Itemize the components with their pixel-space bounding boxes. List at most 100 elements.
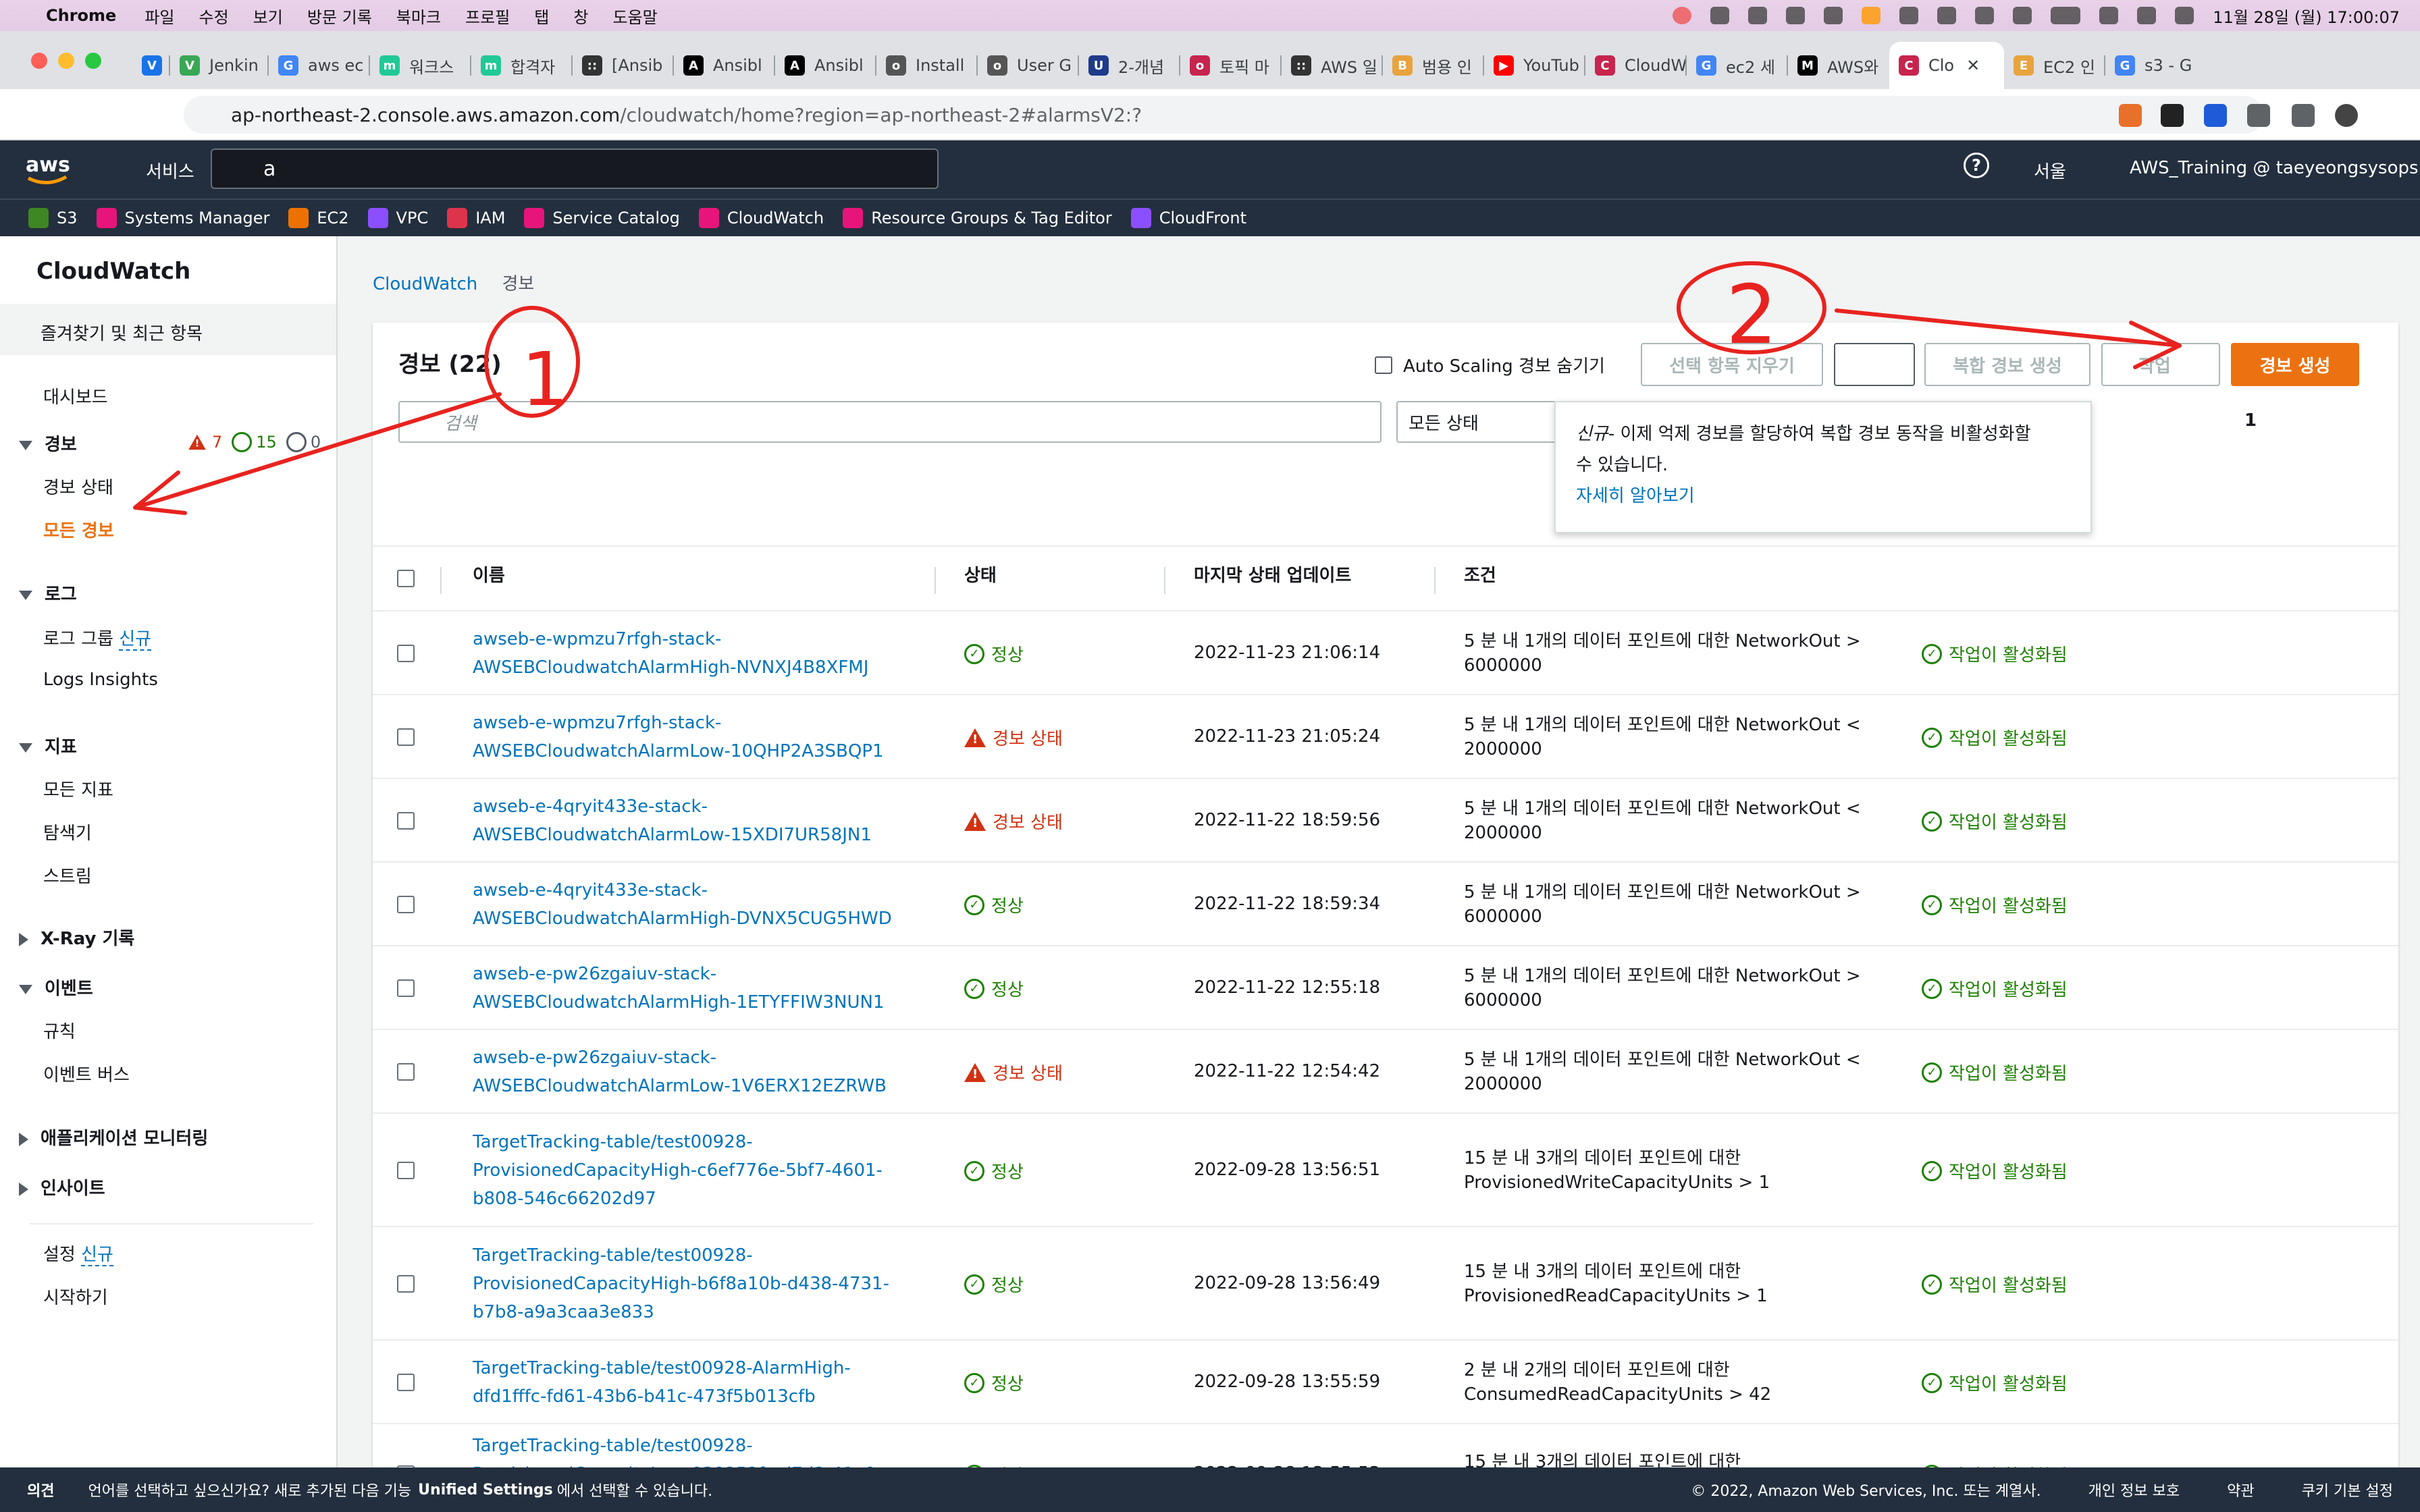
menu-tab[interactable]: 탭 — [534, 4, 549, 28]
alarm-name-link[interactable]: awseb-e-wpmzu7rfgh-stack- AWSEBCloudwatch… — [473, 709, 918, 765]
sidebar-item-streams[interactable]: 스트림 — [43, 863, 92, 888]
battery-icon[interactable] — [2051, 7, 2081, 24]
aws-logo[interactable]: aws — [24, 150, 72, 188]
region-selector[interactable]: 서울 — [2034, 158, 2066, 183]
bluetooth-icon[interactable] — [2013, 7, 2032, 24]
browser-tab[interactable]: o Install — [876, 42, 978, 89]
learn-more-link[interactable]: 자세히 알아보기 — [1576, 486, 1695, 506]
alarm-name-link[interactable]: TargetTracking-table/test00928- Provision… — [473, 1241, 918, 1326]
status-icon[interactable] — [1673, 7, 1692, 24]
column-header-conditions[interactable]: 조건 — [1464, 562, 1496, 587]
refresh-button[interactable] — [1834, 343, 1915, 386]
favorite-service-link[interactable]: IAM — [447, 208, 505, 228]
column-header-state[interactable]: 상태 — [964, 562, 997, 587]
alarm-name-link[interactable]: awseb-e-wpmzu7rfgh-stack- AWSEBCloudwatch… — [473, 625, 918, 682]
hide-autoscaling-toggle[interactable]: Auto Scaling 경보 숨기기 — [1375, 352, 1605, 377]
account-menu[interactable]: AWS_Training @ taeyeongsysops — [2130, 158, 2419, 178]
row-checkbox[interactable] — [397, 1275, 415, 1293]
create-composite-alarm-button[interactable]: 복합 경보 생성 — [1924, 343, 2090, 386]
privacy-link[interactable]: 개인 정보 보호 — [2088, 1479, 2180, 1501]
sidebar-section-metrics[interactable]: 지표 — [19, 733, 77, 758]
sidebar-item-dashboard[interactable]: 대시보드 — [43, 383, 108, 408]
alarm-name-link[interactable]: awseb-e-4qryit433e-stack- AWSEBCloudwatch… — [473, 876, 918, 933]
row-checkbox[interactable] — [397, 1162, 415, 1179]
browser-tab[interactable]: A Ansibl — [775, 42, 876, 89]
menu-file[interactable]: 파일 — [144, 4, 174, 28]
browser-tab[interactable]: M AWS와 — [1788, 42, 1889, 89]
sidebar-item-all-metrics[interactable]: 모든 지표 — [43, 776, 113, 801]
row-checkbox[interactable] — [397, 728, 415, 746]
sidebar-item-rules[interactable]: 규칙 — [43, 1018, 76, 1043]
row-checkbox[interactable] — [397, 979, 415, 997]
sidebar-item-all-alarms[interactable]: 모든 경보 — [43, 517, 114, 542]
sidebar-item-settings[interactable]: 설정 신규 — [43, 1241, 113, 1266]
maximize-window-button[interactable] — [85, 53, 101, 69]
alarm-search-input[interactable]: 검색 — [398, 401, 1382, 443]
extension-icon[interactable] — [2204, 104, 2227, 127]
row-checkbox[interactable] — [397, 1063, 415, 1081]
sidebar-section-events[interactable]: 이벤트 — [19, 975, 93, 1000]
extension-icon[interactable] — [2161, 104, 2184, 127]
menu-window[interactable]: 창 — [573, 4, 588, 28]
browser-tab[interactable]: V — [132, 42, 170, 89]
sidebar-item-log-groups[interactable]: 로그 그룹 신규 — [43, 625, 152, 651]
status-icon[interactable] — [1937, 7, 1957, 24]
clock[interactable]: 11월 28일 (월) 17:00:07 — [2213, 4, 2400, 28]
alarm-name-link[interactable]: TargetTracking-table/test00928- Provision… — [473, 1128, 918, 1213]
url-field[interactable]: ap-northeast-2.console.aws.amazon.com/cl… — [184, 96, 2263, 134]
alarm-name-link[interactable]: awseb-e-pw26zgaiuv-stack- AWSEBCloudwatch… — [473, 1044, 918, 1100]
browser-tab[interactable]: C Clo ✕ — [1889, 42, 2004, 89]
avatar[interactable] — [2335, 104, 2358, 127]
menu-history[interactable]: 방문 기록 — [307, 4, 372, 28]
search-icon[interactable] — [2137, 7, 2157, 24]
pen-icon[interactable] — [1786, 7, 1806, 24]
browser-tab[interactable]: C CloudW — [1585, 42, 1687, 89]
browser-tab[interactable]: E EC2 인 — [2004, 42, 2105, 89]
extension-icon[interactable] — [2119, 104, 2142, 127]
breadcrumb-cloudwatch[interactable]: CloudWatch — [373, 274, 477, 294]
favorite-service-link[interactable]: S3 — [28, 208, 78, 228]
page-number[interactable]: 1 — [2244, 410, 2257, 431]
browser-tab[interactable]: o 토픽 마 — [1180, 42, 1282, 89]
control-center-icon[interactable] — [2175, 7, 2194, 24]
global-search-input[interactable]: a — [211, 148, 939, 189]
browser-tab[interactable]: o User G — [978, 42, 1079, 89]
alarm-name-link[interactable]: awseb-e-4qryit433e-stack- AWSEBCloudwatch… — [473, 792, 918, 849]
sidebar-section-alarms[interactable]: 경보 — [19, 431, 77, 456]
puzzle-icon[interactable] — [2247, 104, 2270, 127]
unified-settings-link[interactable]: Unified Settings — [418, 1482, 553, 1498]
browser-tab[interactable]: ▶ YouTub — [1484, 42, 1585, 89]
alarm-name-link[interactable]: awseb-e-pw26zgaiuv-stack- AWSEBCloudwatch… — [473, 960, 918, 1017]
sidebar-item-explorer[interactable]: 탐색기 — [43, 819, 92, 844]
menu-bookmarks[interactable]: 북마크 — [396, 4, 441, 28]
select-all-checkbox[interactable] — [397, 570, 415, 587]
sidebar-item-alarm-state[interactable]: 경보 상태 — [43, 474, 113, 499]
alarm-name-link[interactable]: TargetTracking-table/test00928-AlarmHigh… — [473, 1354, 918, 1411]
row-checkbox[interactable] — [397, 645, 415, 662]
hide-autoscaling-checkbox[interactable] — [1375, 356, 1392, 374]
browser-tab[interactable]: Gs3 - G — [2105, 42, 2207, 89]
close-window-button[interactable] — [31, 53, 47, 69]
menu-help[interactable]: 도움말 — [612, 4, 657, 28]
clear-selection-button[interactable]: 선택 항목 지우기 — [1641, 343, 1823, 386]
actions-dropdown[interactable]: 작업 — [2101, 343, 2220, 386]
favorite-service-link[interactable]: Service Catalog — [524, 208, 680, 228]
browser-tab[interactable]: :: AWS 일 — [1282, 42, 1383, 89]
favorite-service-link[interactable]: Systems Manager — [96, 208, 269, 228]
browser-tab[interactable]: B 범용 인 — [1383, 42, 1484, 89]
favorite-service-link[interactable]: Resource Groups & Tag Editor — [843, 208, 1112, 228]
browser-tab[interactable]: m 합격자 — [471, 42, 573, 89]
terms-link[interactable]: 약관 — [2227, 1479, 2254, 1501]
wifi-icon[interactable] — [2099, 7, 2119, 24]
favorite-service-link[interactable]: CloudFront — [1130, 208, 1246, 228]
browser-tab[interactable]: U 2-개념 — [1079, 42, 1180, 89]
favorite-service-link[interactable]: EC2 — [288, 208, 349, 228]
menu-edit[interactable]: 수정 — [199, 4, 228, 28]
browser-tab[interactable]: :: [Ansib — [573, 42, 674, 89]
browser-tab[interactable]: Gaws ec — [269, 42, 370, 89]
status-icon[interactable] — [1748, 7, 1768, 24]
browser-tab[interactable]: V Jenkin — [170, 42, 269, 89]
menu-view[interactable]: 보기 — [253, 4, 283, 28]
browser-tab[interactable]: A Ansibl — [674, 42, 775, 89]
sidebar-section-xray[interactable]: X-Ray 기록 — [19, 925, 134, 950]
